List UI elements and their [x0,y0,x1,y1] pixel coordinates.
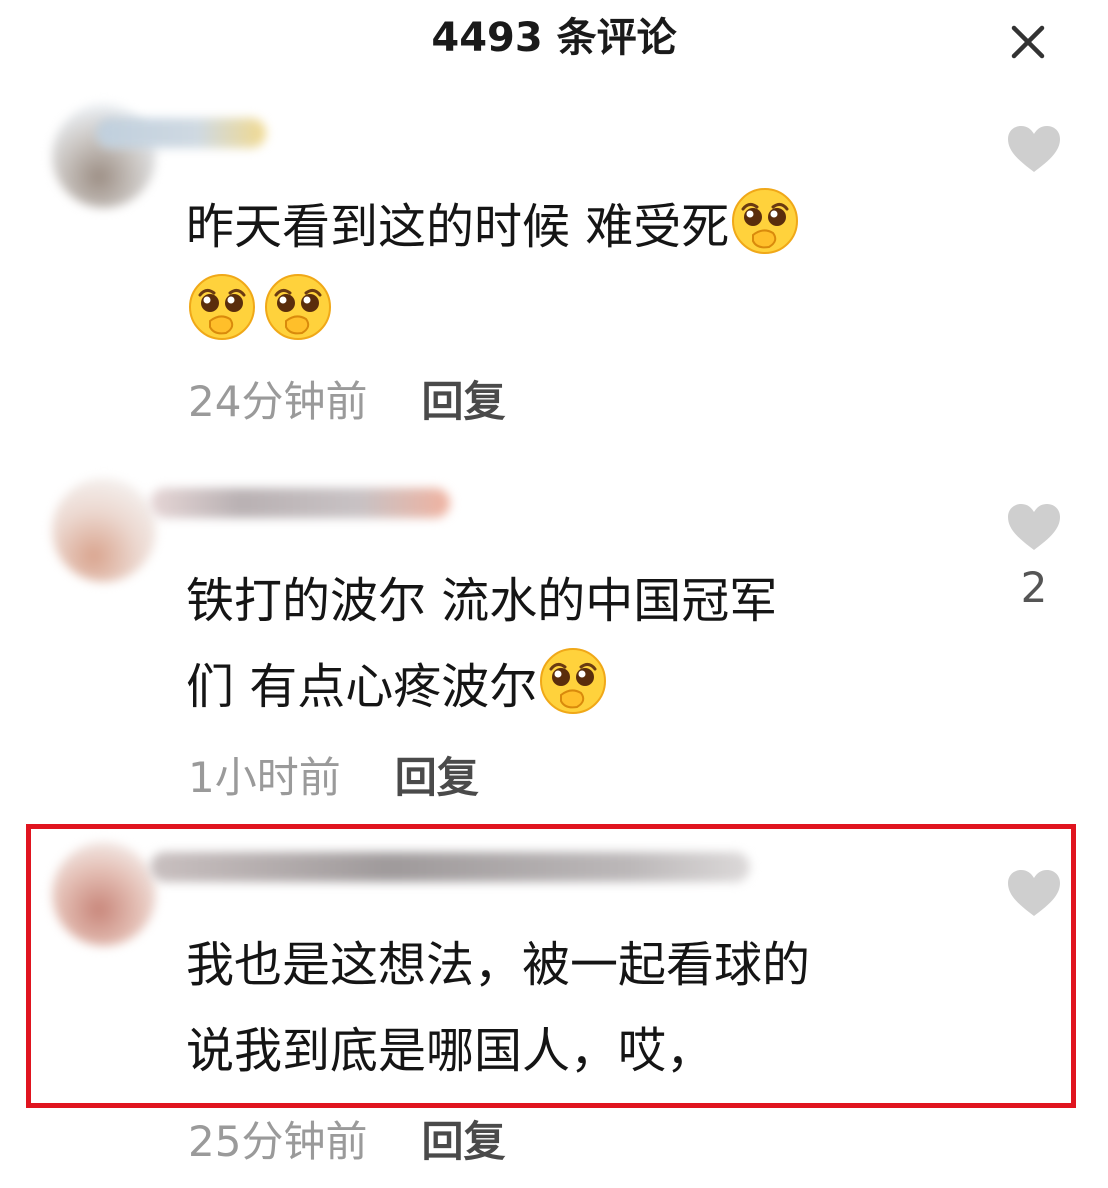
reply-button[interactable]: 回复 [421,1117,505,1166]
pleading-face-covering-mouth-icon [729,185,801,257]
timestamp: 24分钟前 [188,377,368,426]
reply-button[interactable]: 回复 [421,377,505,426]
comment-text: 昨天看到这的时候 难受死 [186,184,801,356]
timestamp: 25分钟前 [188,1117,368,1166]
comment-text: 铁打的波尔 流水的中国冠军 们 有点心疼波尔 [186,558,777,730]
close-button[interactable] [1004,18,1052,66]
comment-meta: 25分钟前 回复 [188,1112,505,1172]
username-blurred[interactable] [96,118,266,148]
comment-line: 铁打的波尔 流水的中国冠军 [186,573,778,629]
comment-meta: 1小时前 回复 [188,748,479,808]
comment-line: 昨天看到这的时候 难受死 [186,199,730,255]
close-icon [1011,25,1045,59]
like-button[interactable]: 2 [1004,502,1064,618]
avatar[interactable] [52,478,156,582]
username-blurred[interactable] [150,488,450,518]
reply-button[interactable]: 回复 [395,753,479,802]
like-button[interactable] [1004,124,1064,174]
like-count: 2 [1020,563,1048,612]
pleading-face-covering-mouth-icon [537,645,609,717]
comments-count-title: 4493 条评论 [431,15,677,61]
timestamp: 1小时前 [188,753,341,802]
comment-meta: 24分钟前 回复 [188,372,505,432]
pleading-face-covering-mouth-icon [262,271,334,343]
pleading-face-covering-mouth-icon [186,271,258,343]
highlight-annotation-box [26,824,1076,1108]
comment-line: 们 有点心疼波尔 [186,659,538,715]
heart-icon [1008,126,1060,172]
heart-icon [1008,504,1060,550]
